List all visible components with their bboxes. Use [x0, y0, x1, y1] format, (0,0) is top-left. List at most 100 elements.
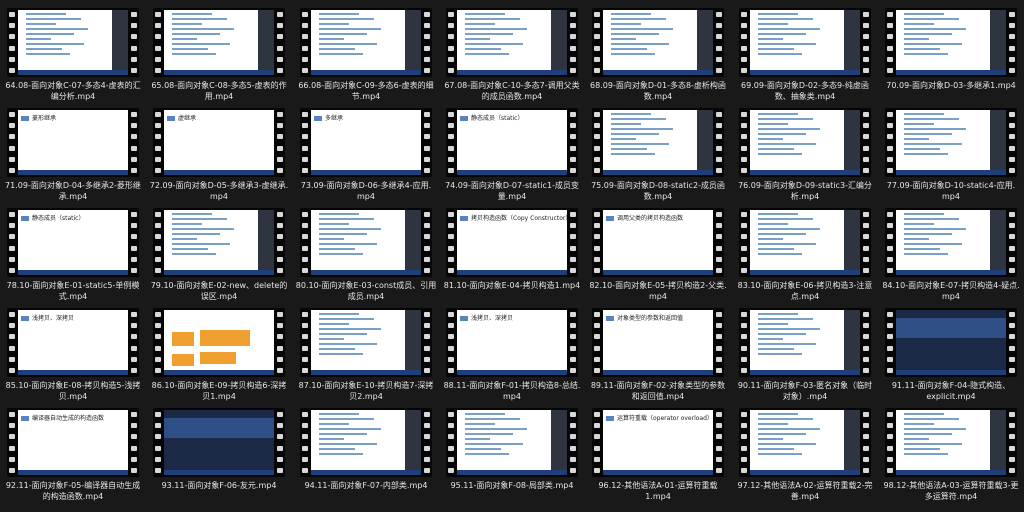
- film-strip-video-thumbnail-icon[interactable]: [739, 408, 871, 477]
- video-file-item[interactable]: 66.08-面向对象C-09-多态6-虚表的细 节.mp4: [293, 0, 439, 101]
- film-strip-video-thumbnail-icon[interactable]: [446, 8, 578, 77]
- video-file-item[interactable]: 65.08-面向对象C-08-多态5-虚表的作 用.mp4: [146, 0, 292, 102]
- file-name-label[interactable]: 87.10-面向对象E-10-拷贝构造7-深拷 贝2.mp4: [293, 380, 439, 402]
- video-file-item[interactable]: 浅拷贝、深拷贝 85.10-面向对象E-08-拷贝构造5-浅拷 贝.mp4: [0, 300, 146, 402]
- film-strip-video-thumbnail-icon[interactable]: [7, 8, 139, 77]
- file-name-label[interactable]: 80.10-面向对象E-03-const成员、引用 成员.mp4: [293, 280, 439, 302]
- file-name-label[interactable]: 67.08-面向对象C-10-多态7-调用父类 的成员函数.mp4: [439, 80, 585, 102]
- film-strip-video-thumbnail-icon[interactable]: [739, 208, 871, 277]
- film-strip-video-thumbnail-icon[interactable]: [153, 8, 285, 77]
- file-name-label[interactable]: 79.10-面向对象E-02-new、delete的 误区.mp4: [146, 280, 292, 302]
- file-name-label[interactable]: 74.09-面向对象D-07-static1-成员变 量.mp4: [439, 180, 585, 202]
- video-file-item[interactable]: 86.10-面向对象E-09-拷贝构造6-深拷 贝1.mp4: [146, 300, 292, 402]
- file-name-label[interactable]: 69.09-面向对象D-02-多态9-纯虚函 数、抽象类.mp4: [732, 80, 878, 102]
- video-file-item[interactable]: 94.11-面向对象F-07-内部类.mp4: [293, 400, 439, 500]
- video-file-item[interactable]: 虚继承 72.09-面向对象D-05-多继承3-虚继承. mp4: [146, 100, 292, 202]
- film-strip-video-thumbnail-icon[interactable]: [739, 8, 871, 77]
- file-name-label[interactable]: 94.11-面向对象F-07-内部类.mp4: [293, 480, 439, 491]
- file-name-label[interactable]: 78.10-面向对象E-01-static5-单例模 式.mp4: [0, 280, 146, 302]
- file-name-label[interactable]: 65.08-面向对象C-08-多态5-虚表的作 用.mp4: [146, 80, 292, 102]
- video-file-item[interactable]: 64.08-面向对象C-07-多态4-虚表的汇 编分析.mp4: [0, 0, 146, 102]
- file-name-label[interactable]: 91.11-面向对象F-04-隐式构造、 explicit.mp4: [878, 380, 1024, 402]
- film-strip-video-thumbnail-icon[interactable]: [739, 108, 871, 177]
- video-file-item[interactable]: 77.09-面向对象D-10-static4-应用. mp4: [878, 100, 1024, 202]
- video-file-item[interactable]: 调用父类的拷贝构造函数 82.10-面向对象E-05-拷贝构造2-父类. mp4: [585, 200, 731, 302]
- film-strip-video-thumbnail-icon[interactable]: [153, 308, 285, 377]
- file-name-label[interactable]: 77.09-面向对象D-10-static4-应用. mp4: [878, 180, 1024, 202]
- film-strip-video-thumbnail-icon[interactable]: [153, 408, 285, 477]
- video-file-item[interactable]: 拷贝构造函数（Copy Constructor） 81.10-面向对象E-04-拷…: [439, 200, 585, 300]
- file-name-label[interactable]: 88.11-面向对象F-01-拷贝构造8-总结. mp4: [439, 380, 585, 402]
- file-name-label[interactable]: 96.12-其他语法A-01-运算符重载 1.mp4: [585, 480, 731, 502]
- film-strip-video-thumbnail-icon[interactable]: 调用父类的拷贝构造函数: [592, 208, 724, 277]
- file-name-label[interactable]: 95.11-面向对象F-08-局部类.mp4: [439, 480, 585, 491]
- file-name-label[interactable]: 75.09-面向对象D-08-static2-成员函 数.mp4: [585, 180, 731, 202]
- video-file-item[interactable]: 83.10-面向对象E-06-拷贝构造3-注意 点.mp4: [732, 200, 878, 302]
- video-file-item[interactable]: 93.11-面向对象F-06-友元.mp4: [146, 400, 292, 500]
- video-file-item[interactable]: 68.09-面向对象D-01-多态8-虚析构函 数.mp4: [585, 0, 731, 102]
- film-strip-video-thumbnail-icon[interactable]: [592, 8, 724, 77]
- film-strip-video-thumbnail-icon[interactable]: 静态成员（static）: [7, 208, 139, 277]
- file-name-label[interactable]: 84.10-面向对象E-07-拷贝构造4-疑点. mp4: [878, 280, 1024, 302]
- video-file-item[interactable]: 对象类型的参数和返回值 89.11-面向对象F-02-对象类型的参数 和返回值.m…: [585, 300, 731, 402]
- film-strip-video-thumbnail-icon[interactable]: 运算符重载（operator overload）: [592, 408, 724, 477]
- film-strip-video-thumbnail-icon[interactable]: 虚继承: [153, 108, 285, 177]
- video-file-item[interactable]: 运算符重载（operator overload） 96.12-其他语法A-01-运…: [585, 400, 731, 502]
- video-file-item[interactable]: 84.10-面向对象E-07-拷贝构造4-疑点. mp4: [878, 200, 1024, 302]
- film-strip-video-thumbnail-icon[interactable]: [153, 208, 285, 277]
- file-name-label[interactable]: 82.10-面向对象E-05-拷贝构造2-父类. mp4: [585, 280, 731, 302]
- file-name-label[interactable]: 86.10-面向对象E-09-拷贝构造6-深拷 贝1.mp4: [146, 380, 292, 402]
- film-strip-video-thumbnail-icon[interactable]: 多继承: [300, 108, 432, 177]
- video-file-item[interactable]: 79.10-面向对象E-02-new、delete的 误区.mp4: [146, 200, 292, 302]
- video-file-item[interactable]: 浅拷贝、深拷贝 88.11-面向对象F-01-拷贝构造8-总结. mp4: [439, 300, 585, 402]
- file-name-label[interactable]: 92.11-面向对象F-05-编译器自动生成 的构造函数.mp4: [0, 480, 146, 502]
- file-name-label[interactable]: 76.09-面向对象D-09-static3-汇编分 析.mp4: [732, 180, 878, 202]
- film-strip-video-thumbnail-icon[interactable]: [885, 208, 1017, 277]
- film-strip-video-thumbnail-icon[interactable]: 静态成员（static）: [446, 108, 578, 177]
- file-name-label[interactable]: 71.09-面向对象D-04-多继承2-菱形继 承.mp4: [0, 180, 146, 202]
- file-name-label[interactable]: 93.11-面向对象F-06-友元.mp4: [146, 480, 292, 491]
- video-file-item[interactable]: 98.12-其他语法A-03-运算符重载3-更 多运算符.mp4: [878, 400, 1024, 502]
- film-strip-video-thumbnail-icon[interactable]: [592, 108, 724, 177]
- video-file-item[interactable]: 编译器自动生成的构造函数 92.11-面向对象F-05-编译器自动生成 的构造函数…: [0, 400, 146, 502]
- file-name-label[interactable]: 72.09-面向对象D-05-多继承3-虚继承. mp4: [146, 180, 292, 202]
- film-strip-video-thumbnail-icon[interactable]: [885, 108, 1017, 177]
- video-file-item[interactable]: 90.11-面向对象F-03-匿名对象（临时 对象）.mp4: [732, 300, 878, 401]
- film-strip-video-thumbnail-icon[interactable]: [885, 408, 1017, 477]
- video-file-item[interactable]: 静态成员（static） 78.10-面向对象E-01-static5-单例模 式…: [0, 200, 146, 302]
- video-file-item[interactable]: 95.11-面向对象F-08-局部类.mp4: [439, 400, 585, 500]
- file-name-label[interactable]: 98.12-其他语法A-03-运算符重载3-更 多运算符.mp4: [878, 480, 1024, 502]
- video-file-item[interactable]: 多继承 73.09-面向对象D-06-多继承4-应用. mp4: [293, 100, 439, 202]
- file-name-label[interactable]: 64.08-面向对象C-07-多态4-虚表的汇 编分析.mp4: [0, 80, 146, 102]
- film-strip-video-thumbnail-icon[interactable]: [446, 408, 578, 477]
- film-strip-video-thumbnail-icon[interactable]: [300, 408, 432, 477]
- video-file-item[interactable]: 菱形继承 71.09-面向对象D-04-多继承2-菱形继 承.mp4: [0, 100, 146, 202]
- file-name-label[interactable]: 73.09-面向对象D-06-多继承4-应用. mp4: [293, 180, 439, 202]
- film-strip-video-thumbnail-icon[interactable]: [739, 308, 871, 377]
- video-file-item[interactable]: 静态成员（static） 74.09-面向对象D-07-static1-成员变 量…: [439, 100, 585, 202]
- film-strip-video-thumbnail-icon[interactable]: [300, 308, 432, 377]
- video-file-item[interactable]: 67.08-面向对象C-10-多态7-调用父类 的成员函数.mp4: [439, 0, 585, 102]
- film-strip-video-thumbnail-icon[interactable]: 浅拷贝、深拷贝: [446, 308, 578, 377]
- video-file-item[interactable]: 80.10-面向对象E-03-const成员、引用 成员.mp4: [293, 200, 439, 302]
- file-name-label[interactable]: 85.10-面向对象E-08-拷贝构造5-浅拷 贝.mp4: [0, 380, 146, 402]
- file-name-label[interactable]: 70.09-面向对象D-03-多继承1.mp4: [878, 80, 1024, 91]
- video-file-item[interactable]: 75.09-面向对象D-08-static2-成员函 数.mp4: [585, 100, 731, 202]
- video-file-item[interactable]: 69.09-面向对象D-02-多态9-纯虚函 数、抽象类.mp4: [732, 0, 878, 102]
- video-file-item[interactable]: 87.10-面向对象E-10-拷贝构造7-深拷 贝2.mp4: [293, 300, 439, 402]
- film-strip-video-thumbnail-icon[interactable]: [300, 8, 432, 77]
- film-strip-video-thumbnail-icon[interactable]: [885, 308, 1017, 377]
- file-name-label[interactable]: 68.09-面向对象D-01-多态8-虚析构函 数.mp4: [585, 80, 731, 102]
- film-strip-video-thumbnail-icon[interactable]: 对象类型的参数和返回值: [592, 308, 724, 377]
- video-file-item[interactable]: 97.12-其他语法A-02-运算符重载2-完 善.mp4: [732, 400, 878, 502]
- file-name-label[interactable]: 89.11-面向对象F-02-对象类型的参数 和返回值.mp4: [585, 380, 731, 402]
- file-name-label[interactable]: 83.10-面向对象E-06-拷贝构造3-注意 点.mp4: [732, 280, 878, 302]
- film-strip-video-thumbnail-icon[interactable]: [885, 8, 1017, 77]
- video-file-item[interactable]: 91.11-面向对象F-04-隐式构造、 explicit.mp4: [878, 300, 1024, 402]
- film-strip-video-thumbnail-icon[interactable]: 菱形继承: [7, 108, 139, 177]
- video-file-item[interactable]: 70.09-面向对象D-03-多继承1.mp4: [878, 0, 1024, 100]
- film-strip-video-thumbnail-icon[interactable]: [300, 208, 432, 277]
- file-name-label[interactable]: 81.10-面向对象E-04-拷贝构造1.mp4: [439, 280, 585, 291]
- video-file-item[interactable]: 76.09-面向对象D-09-static3-汇编分 析.mp4: [732, 100, 878, 202]
- file-name-label[interactable]: 97.12-其他语法A-02-运算符重载2-完 善.mp4: [732, 480, 878, 502]
